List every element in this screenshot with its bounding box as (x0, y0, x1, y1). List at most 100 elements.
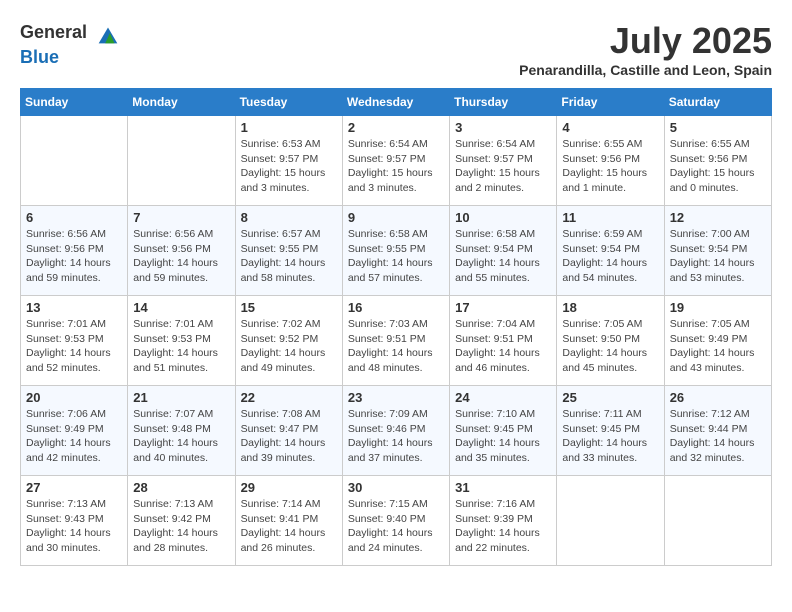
calendar-cell: 7Sunrise: 6:56 AMSunset: 9:56 PMDaylight… (128, 206, 235, 296)
daylight-text: Daylight: 14 hours and 49 minutes. (241, 346, 337, 375)
daylight-text: Daylight: 14 hours and 24 minutes. (348, 526, 444, 555)
sunset-text: Sunset: 9:56 PM (562, 152, 658, 167)
day-number: 20 (26, 390, 122, 405)
calendar-cell: 13Sunrise: 7:01 AMSunset: 9:53 PMDayligh… (21, 296, 128, 386)
header-friday: Friday (557, 89, 664, 116)
sunrise-text: Sunrise: 6:57 AM (241, 227, 337, 242)
daylight-text: Daylight: 14 hours and 51 minutes. (133, 346, 229, 375)
sunrise-text: Sunrise: 6:59 AM (562, 227, 658, 242)
calendar-cell: 14Sunrise: 7:01 AMSunset: 9:53 PMDayligh… (128, 296, 235, 386)
day-info: Sunrise: 7:10 AMSunset: 9:45 PMDaylight:… (455, 407, 551, 466)
calendar-cell: 5Sunrise: 6:55 AMSunset: 9:56 PMDaylight… (664, 116, 771, 206)
day-number: 11 (562, 210, 658, 225)
calendar-cell: 24Sunrise: 7:10 AMSunset: 9:45 PMDayligh… (450, 386, 557, 476)
calendar-cell: 20Sunrise: 7:06 AMSunset: 9:49 PMDayligh… (21, 386, 128, 476)
sunset-text: Sunset: 9:47 PM (241, 422, 337, 437)
sunrise-text: Sunrise: 6:53 AM (241, 137, 337, 152)
sunset-text: Sunset: 9:53 PM (133, 332, 229, 347)
calendar-cell: 27Sunrise: 7:13 AMSunset: 9:43 PMDayligh… (21, 476, 128, 566)
sunset-text: Sunset: 9:54 PM (562, 242, 658, 257)
daylight-text: Daylight: 14 hours and 46 minutes. (455, 346, 551, 375)
day-number: 29 (241, 480, 337, 495)
day-info: Sunrise: 6:53 AMSunset: 9:57 PMDaylight:… (241, 137, 337, 196)
sunset-text: Sunset: 9:56 PM (26, 242, 122, 257)
day-number: 13 (26, 300, 122, 315)
sunset-text: Sunset: 9:54 PM (455, 242, 551, 257)
day-number: 21 (133, 390, 229, 405)
daylight-text: Daylight: 14 hours and 26 minutes. (241, 526, 337, 555)
daylight-text: Daylight: 14 hours and 32 minutes. (670, 436, 766, 465)
calendar-cell: 15Sunrise: 7:02 AMSunset: 9:52 PMDayligh… (235, 296, 342, 386)
sunrise-text: Sunrise: 6:56 AM (26, 227, 122, 242)
day-number: 30 (348, 480, 444, 495)
sunset-text: Sunset: 9:48 PM (133, 422, 229, 437)
sunrise-text: Sunrise: 7:04 AM (455, 317, 551, 332)
day-number: 9 (348, 210, 444, 225)
calendar-cell: 23Sunrise: 7:09 AMSunset: 9:46 PMDayligh… (342, 386, 449, 476)
header-tuesday: Tuesday (235, 89, 342, 116)
sunrise-text: Sunrise: 6:58 AM (348, 227, 444, 242)
day-info: Sunrise: 7:05 AMSunset: 9:49 PMDaylight:… (670, 317, 766, 376)
sunset-text: Sunset: 9:53 PM (26, 332, 122, 347)
sunset-text: Sunset: 9:46 PM (348, 422, 444, 437)
daylight-text: Daylight: 14 hours and 59 minutes. (133, 256, 229, 285)
sunrise-text: Sunrise: 7:05 AM (562, 317, 658, 332)
calendar-cell: 28Sunrise: 7:13 AMSunset: 9:42 PMDayligh… (128, 476, 235, 566)
logo-icon (94, 20, 122, 48)
day-number: 1 (241, 120, 337, 135)
sunrise-text: Sunrise: 7:01 AM (133, 317, 229, 332)
header: General Blue July 2025 Penarandilla, Cas… (20, 20, 772, 78)
daylight-text: Daylight: 14 hours and 28 minutes. (133, 526, 229, 555)
page-container: General Blue July 2025 Penarandilla, Cas… (20, 20, 772, 566)
day-number: 27 (26, 480, 122, 495)
day-number: 25 (562, 390, 658, 405)
day-number: 15 (241, 300, 337, 315)
sunset-text: Sunset: 9:42 PM (133, 512, 229, 527)
calendar-cell: 30 Sunrise: 7:15 AMSunset: 9:40 PMDayligh… (342, 476, 449, 566)
month-title: July 2025 (519, 20, 772, 62)
sunrise-text: Sunrise: 6:55 AM (562, 137, 658, 152)
logo-general: General (20, 20, 122, 48)
sunrise-text: Sunrise: 7:03 AM (348, 317, 444, 332)
daylight-text: Daylight: 15 hours and 1 minute. (562, 166, 658, 195)
sunset-text: Sunset: 9:49 PM (26, 422, 122, 437)
sunset-text: Sunset: 9:56 PM (133, 242, 229, 257)
header-thursday: Thursday (450, 89, 557, 116)
day-number: 3 (455, 120, 551, 135)
day-info: Sunrise: 7:09 AMSunset: 9:46 PMDaylight:… (348, 407, 444, 466)
header-sunday: Sunday (21, 89, 128, 116)
sunrise-text: Sunrise: 7:16 AM (455, 497, 551, 512)
day-info: Sunrise: 7:07 AMSunset: 9:48 PMDaylight:… (133, 407, 229, 466)
day-number: 12 (670, 210, 766, 225)
sunrise-text: Sunrise: 6:54 AM (348, 137, 444, 152)
header-monday: Monday (128, 89, 235, 116)
daylight-text: Daylight: 14 hours and 35 minutes. (455, 436, 551, 465)
calendar-cell: 26Sunrise: 7:12 AMSunset: 9:44 PMDayligh… (664, 386, 771, 476)
sunrise-text: Sunrise: 7:08 AM (241, 407, 337, 422)
day-number: 17 (455, 300, 551, 315)
day-info: Sunrise: 7:13 AMSunset: 9:42 PMDaylight:… (133, 497, 229, 556)
sunrise-text: Sunrise: 6:54 AM (455, 137, 551, 152)
daylight-text: Daylight: 14 hours and 22 minutes. (455, 526, 551, 555)
day-info: Sunrise: 7:12 AMSunset: 9:44 PMDaylight:… (670, 407, 766, 466)
day-info: Sunrise: 7:15 AMSunset: 9:40 PMDaylight:… (348, 497, 444, 556)
sunset-text: Sunset: 9:45 PM (562, 422, 658, 437)
calendar-cell: 16Sunrise: 7:03 AMSunset: 9:51 PMDayligh… (342, 296, 449, 386)
daylight-text: Daylight: 14 hours and 53 minutes. (670, 256, 766, 285)
sunset-text: Sunset: 9:44 PM (670, 422, 766, 437)
calendar-cell: 11Sunrise: 6:59 AMSunset: 9:54 PMDayligh… (557, 206, 664, 296)
day-number: 2 (348, 120, 444, 135)
day-number: 19 (670, 300, 766, 315)
daylight-text: Daylight: 14 hours and 59 minutes. (26, 256, 122, 285)
daylight-text: Daylight: 14 hours and 52 minutes. (26, 346, 122, 375)
daylight-text: Daylight: 14 hours and 55 minutes. (455, 256, 551, 285)
sunrise-text: Sunrise: 7:07 AM (133, 407, 229, 422)
week-row-2: 6Sunrise: 6:56 AMSunset: 9:56 PMDaylight… (21, 206, 772, 296)
day-number: 5 (670, 120, 766, 135)
day-info: Sunrise: 6:54 AMSunset: 9:57 PMDaylight:… (348, 137, 444, 196)
calendar-cell: 9Sunrise: 6:58 AMSunset: 9:55 PMDaylight… (342, 206, 449, 296)
header-saturday: Saturday (664, 89, 771, 116)
calendar-cell: 12Sunrise: 7:00 AMSunset: 9:54 PMDayligh… (664, 206, 771, 296)
calendar-body: 1 Sunrise: 6:53 AMSunset: 9:57 PMDaylight… (21, 116, 772, 566)
day-number: 22 (241, 390, 337, 405)
